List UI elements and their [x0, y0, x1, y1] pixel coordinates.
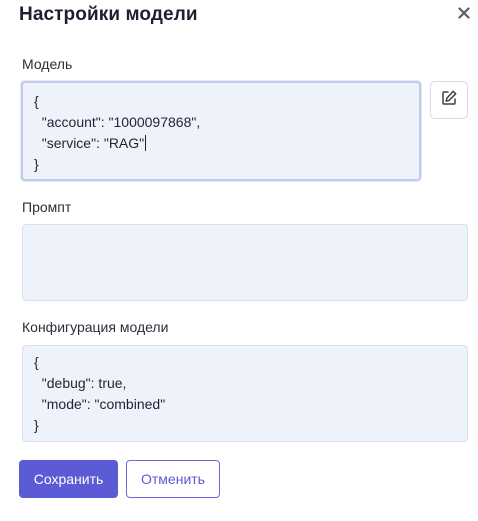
close-icon	[458, 6, 470, 24]
config-line: "mode": "combined"	[34, 396, 166, 412]
config-line: {	[34, 354, 39, 370]
edit-model-button[interactable]	[430, 81, 468, 119]
edit-icon	[440, 89, 458, 112]
save-button[interactable]: Сохранить	[19, 460, 118, 498]
model-line: "account": "1000097868",	[34, 114, 201, 130]
model-line: {	[34, 93, 39, 109]
prompt-input[interactable]	[22, 224, 468, 301]
model-line: }	[34, 156, 39, 172]
cancel-button[interactable]: Отменить	[126, 460, 220, 498]
model-editor[interactable]: { "account": "1000097868", "service": "R…	[21, 81, 421, 181]
model-line: "service": "RAG"	[34, 135, 145, 151]
config-editor[interactable]: { "debug": true, "mode": "combined" }	[22, 345, 468, 442]
prompt-label: Промпт	[22, 199, 72, 215]
model-label: Модель	[22, 56, 73, 72]
config-line: "debug": true,	[34, 375, 127, 391]
close-button[interactable]	[454, 5, 474, 25]
dialog-title: Настройки модели	[19, 4, 198, 25]
text-caret	[145, 135, 147, 151]
config-line: }	[34, 417, 39, 433]
config-label: Конфигурация модели	[22, 319, 169, 335]
model-settings-dialog: Настройки модели Модель { "account": "10…	[0, 0, 478, 521]
